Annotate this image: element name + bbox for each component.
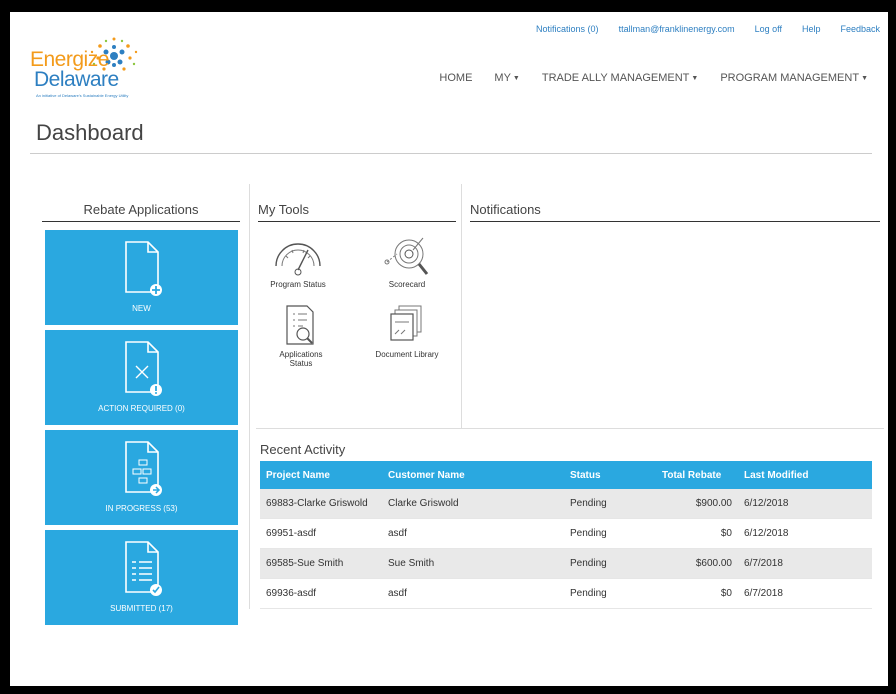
table-row[interactable]: 69936-asdf asdf Pending $0 6/7/2018 bbox=[260, 578, 872, 609]
my-tools-heading: My Tools bbox=[258, 202, 456, 222]
help-link[interactable]: Help bbox=[802, 24, 821, 34]
column-header-customer-name[interactable]: Customer Name bbox=[382, 461, 564, 489]
customer-name-cell: Sue Smith bbox=[382, 548, 564, 579]
target-icon bbox=[384, 237, 429, 275]
page-title: Dashboard bbox=[36, 120, 144, 145]
program-status-tool[interactable]: Program Status bbox=[258, 234, 338, 289]
notifications-link[interactable]: Notifications (0) bbox=[536, 24, 599, 34]
new-document-icon bbox=[125, 241, 162, 296]
tile-label: SUBMITTED (17) bbox=[110, 604, 173, 613]
total-rebate-cell: $600.00 bbox=[656, 548, 738, 579]
in-progress-tile[interactable]: IN PROGRESS (53) bbox=[45, 430, 238, 525]
new-rebate-tile[interactable]: NEW bbox=[45, 230, 238, 325]
submitted-tile[interactable]: SUBMITTED (17) bbox=[45, 530, 238, 625]
logo-text-delaware: Delaware bbox=[34, 68, 119, 91]
title-divider bbox=[30, 153, 872, 154]
nav-program-label: PROGRAM MANAGEMENT bbox=[720, 72, 860, 84]
caret-down-icon: ▼ bbox=[512, 74, 520, 82]
recent-activity-table: Project Name Customer Name Status Total … bbox=[260, 461, 872, 609]
total-rebate-cell: $0 bbox=[656, 578, 738, 609]
gauge-icon bbox=[275, 243, 321, 276]
section-divider bbox=[256, 428, 884, 429]
status-cell: Pending bbox=[564, 548, 656, 579]
last-modified-cell: 6/7/2018 bbox=[738, 548, 872, 579]
caret-down-icon: ▼ bbox=[691, 74, 699, 82]
submitted-document-icon bbox=[125, 541, 162, 596]
customer-name-cell: asdf bbox=[382, 578, 564, 609]
last-modified-cell: 6/12/2018 bbox=[738, 518, 872, 549]
table-row[interactable]: 69585-Sue Smith Sue Smith Pending $600.0… bbox=[260, 548, 872, 579]
nav-my[interactable]: MY ▼ bbox=[494, 72, 519, 84]
top-links: Notifications (0) ttallman@franklinenerg… bbox=[536, 24, 880, 34]
nav-my-label: MY bbox=[494, 72, 511, 84]
table-row[interactable]: 69883-Clarke Griswold Clarke Griswold Pe… bbox=[260, 489, 872, 519]
scorecard-tool[interactable]: Scorecard bbox=[367, 234, 447, 289]
app-window: Energize Delaware An initiative of Delaw… bbox=[10, 12, 888, 686]
user-email-link[interactable]: ttallman@franklinenergy.com bbox=[619, 24, 735, 34]
tool-label: Program Status bbox=[270, 280, 326, 289]
customer-name-cell: Clarke Griswold bbox=[382, 489, 564, 519]
table-row[interactable]: 69951-asdf asdf Pending $0 6/12/2018 bbox=[260, 518, 872, 549]
document-library-tool[interactable]: Document Library bbox=[367, 304, 447, 359]
tool-label: Document Library bbox=[375, 350, 439, 359]
energize-delaware-logo[interactable]: Energize Delaware An initiative of Delaw… bbox=[26, 26, 156, 106]
action-required-document-icon bbox=[125, 341, 162, 396]
document-stack-icon bbox=[390, 305, 422, 341]
column-divider bbox=[249, 184, 250, 609]
notifications-panel bbox=[462, 226, 882, 426]
project-name-cell[interactable]: 69585-Sue Smith bbox=[260, 548, 382, 579]
action-required-tile[interactable]: ACTION REQUIRED (0) bbox=[45, 330, 238, 425]
customer-name-cell: asdf bbox=[382, 518, 564, 549]
nav-trade-ally-management[interactable]: TRADE ALLY MANAGEMENT ▼ bbox=[542, 72, 698, 84]
notifications-heading: Notifications bbox=[470, 202, 880, 222]
status-cell: Pending bbox=[564, 518, 656, 549]
status-cell: Pending bbox=[564, 578, 656, 609]
document-magnifier-icon bbox=[286, 305, 314, 345]
total-rebate-cell: $900.00 bbox=[656, 489, 738, 519]
status-cell: Pending bbox=[564, 489, 656, 519]
table-header-row: Project Name Customer Name Status Total … bbox=[260, 461, 872, 489]
column-header-last-modified[interactable]: Last Modified bbox=[738, 461, 872, 489]
project-name-cell[interactable]: 69883-Clarke Griswold bbox=[260, 489, 382, 519]
in-progress-document-icon bbox=[125, 441, 162, 496]
total-rebate-cell: $0 bbox=[656, 518, 738, 549]
nav-home[interactable]: HOME bbox=[439, 72, 472, 84]
main-nav: HOME MY ▼ TRADE ALLY MANAGEMENT ▼ PROGRAM … bbox=[439, 72, 868, 84]
project-name-cell[interactable]: 69936-asdf bbox=[260, 578, 382, 609]
column-header-total-rebate[interactable]: Total Rebate bbox=[656, 461, 738, 489]
feedback-link[interactable]: Feedback bbox=[840, 24, 880, 34]
log-off-link[interactable]: Log off bbox=[755, 24, 782, 34]
column-header-status[interactable]: Status bbox=[564, 461, 656, 489]
recent-activity-heading: Recent Activity bbox=[260, 442, 346, 457]
tool-label: Scorecard bbox=[388, 280, 426, 289]
tile-label: ACTION REQUIRED (0) bbox=[98, 404, 185, 413]
nav-trade-label: TRADE ALLY MANAGEMENT bbox=[541, 72, 690, 84]
nav-home-label: HOME bbox=[439, 72, 473, 84]
column-header-project-name[interactable]: Project Name bbox=[260, 461, 382, 489]
logo-tagline: An initiative of Delaware's Sustainable … bbox=[36, 93, 129, 98]
rebate-applications-heading: Rebate Applications bbox=[42, 202, 240, 222]
tile-label: NEW bbox=[132, 304, 151, 313]
tool-label: Applications Status bbox=[279, 350, 323, 368]
tile-label: IN PROGRESS (53) bbox=[105, 504, 178, 513]
last-modified-cell: 6/7/2018 bbox=[738, 578, 872, 609]
applications-status-tool[interactable]: Applications Status bbox=[271, 304, 331, 368]
last-modified-cell: 6/12/2018 bbox=[738, 489, 872, 519]
nav-program-management[interactable]: PROGRAM MANAGEMENT ▼ bbox=[720, 72, 868, 84]
caret-down-icon: ▼ bbox=[861, 74, 868, 82]
project-name-cell[interactable]: 69951-asdf bbox=[260, 518, 382, 549]
